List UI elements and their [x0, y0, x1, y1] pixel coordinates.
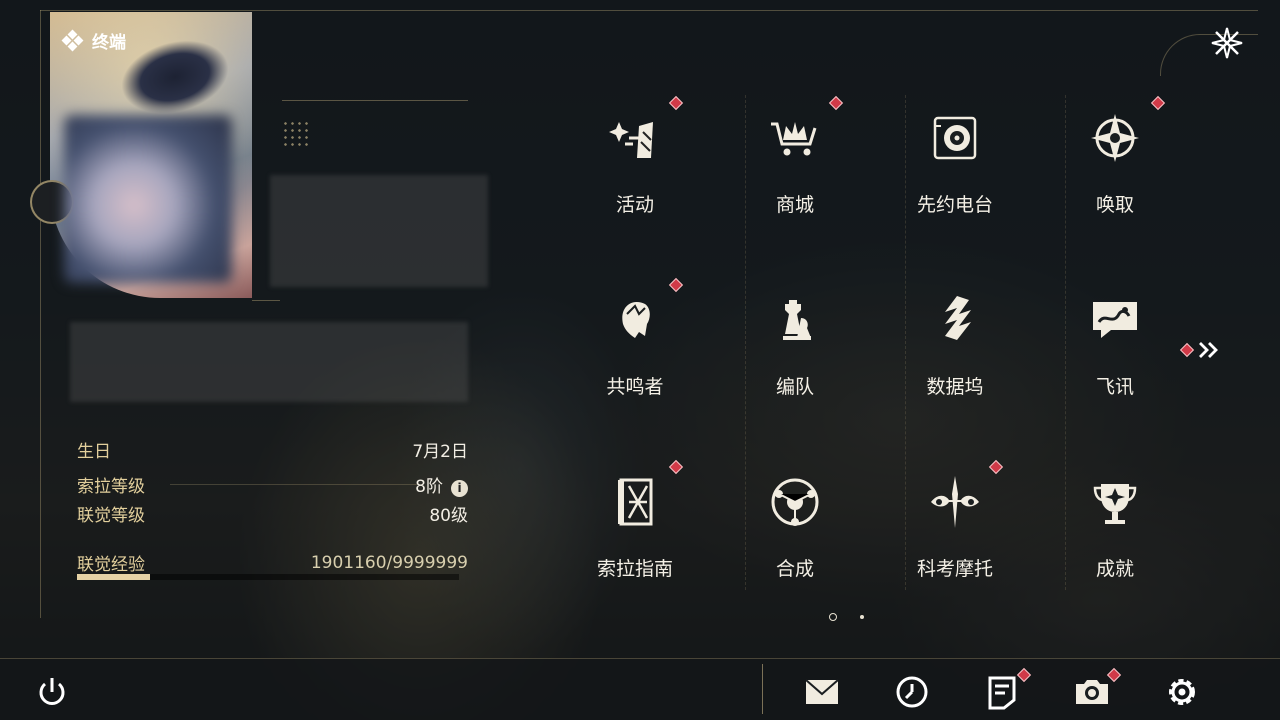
menu-item-convene[interactable]: 唤取 [1055, 95, 1175, 248]
power-icon[interactable] [32, 672, 72, 712]
menu-label: 唤取 [1095, 194, 1134, 216]
frame-top-line [40, 10, 1258, 11]
menu-item-resonators[interactable]: 共鸣者 [575, 277, 695, 430]
trophy-icon [1093, 484, 1137, 524]
stat-value: 8阶 [415, 477, 443, 497]
dragon-art [112, 28, 238, 126]
radio-disc-icon [933, 116, 977, 160]
menu-label: 合成 [775, 558, 814, 580]
stat-sola-level: 索拉等级 8阶 i [77, 472, 468, 497]
data-dock-icon [945, 296, 971, 340]
terminal-title: 终端 [61, 28, 126, 53]
blurred-signature-area [70, 322, 468, 402]
menu-item-team[interactable]: 编队 [735, 280, 855, 430]
menu-label: 编队 [775, 376, 814, 398]
stat-label: 生日 [77, 442, 111, 462]
menu-label: 先约电台 [916, 194, 993, 216]
exp-progress-fill [77, 574, 150, 580]
blurred-name-area [270, 175, 488, 287]
avatar[interactable] [64, 115, 232, 283]
menu-label: 科考摩托 [916, 558, 993, 580]
deco-line [252, 300, 280, 301]
menu-label: 共鸣者 [606, 376, 664, 398]
info-icon[interactable]: i [451, 480, 468, 497]
stat-value: 7月2日 [412, 442, 468, 462]
compass-star-icon [1091, 114, 1139, 162]
dot-pattern [282, 120, 310, 148]
frame-left-line [40, 10, 41, 618]
bottom-divider [762, 664, 763, 714]
stat-union-exp: 联觉经验 1901160/9999999 [77, 550, 468, 576]
next-page-button[interactable] [1179, 340, 1222, 360]
double-chevron-right-icon [1199, 342, 1218, 358]
menu-item-messages[interactable]: 飞讯 [1055, 280, 1175, 430]
stat-value: 1901160/9999999 [310, 552, 468, 573]
deco-line [282, 100, 468, 101]
chat-bubble-icon [1093, 302, 1137, 338]
clock-icon[interactable] [892, 672, 932, 712]
menu-item-activity[interactable]: 活动 [575, 95, 695, 248]
notification-badge [668, 459, 684, 475]
exp-progress-bar [77, 574, 459, 580]
notice-icon[interactable] [982, 672, 1022, 712]
guide-book-icon [618, 478, 653, 526]
menu-item-achievements[interactable]: 成就 [1055, 462, 1175, 612]
close-icon[interactable] [1208, 24, 1246, 62]
synthesis-orb-icon [771, 478, 819, 526]
notification-badge [668, 95, 684, 111]
stat-value: 80级 [429, 506, 468, 526]
menu-item-shop[interactable]: 商城 [735, 95, 855, 248]
notification-badge [1179, 342, 1195, 358]
notification-badge [828, 95, 844, 111]
menu-label: 成就 [1095, 558, 1134, 580]
menu-item-motorbike[interactable]: 科考摩托 [895, 459, 1015, 612]
menu-item-synthesis[interactable]: 合成 [735, 462, 855, 612]
settings-gear-icon[interactable] [1162, 672, 1202, 712]
menu-label: 活动 [615, 194, 654, 216]
menu-item-radio[interactable]: 先约电台 [895, 98, 1015, 248]
pager-dot[interactable] [860, 615, 864, 619]
chess-pieces-icon [783, 300, 811, 340]
stat-label: 索拉等级 [77, 477, 145, 497]
motorbike-icon [931, 476, 979, 528]
stat-birthday: 生日 7月2日 [77, 437, 468, 462]
crown-cart-icon [771, 122, 817, 156]
menu-label: 索拉指南 [596, 558, 673, 580]
menu-label: 数据坞 [926, 376, 984, 398]
stat-label: 联觉等级 [77, 506, 145, 526]
stat-label: 联觉经验 [77, 555, 145, 575]
menu-item-data-dock[interactable]: 数据坞 [895, 280, 1015, 430]
notification-badge [988, 459, 1004, 475]
menu-item-sola-guide[interactable]: 索拉指南 [575, 459, 695, 612]
page-title: 终端 [92, 33, 126, 52]
notification-badge [1150, 95, 1166, 111]
diamond-cluster-icon [61, 29, 84, 52]
camera-icon[interactable] [1072, 672, 1112, 712]
menu-label: 商城 [775, 194, 814, 216]
character-head-icon [622, 302, 650, 338]
pager-dot-active[interactable] [829, 613, 837, 621]
stat-union-level: 联觉等级 80级 [77, 501, 468, 526]
mail-icon[interactable] [802, 672, 842, 712]
notification-badge [668, 277, 684, 293]
menu-label: 飞讯 [1095, 376, 1134, 398]
sparkle-slash-icon [609, 122, 653, 158]
